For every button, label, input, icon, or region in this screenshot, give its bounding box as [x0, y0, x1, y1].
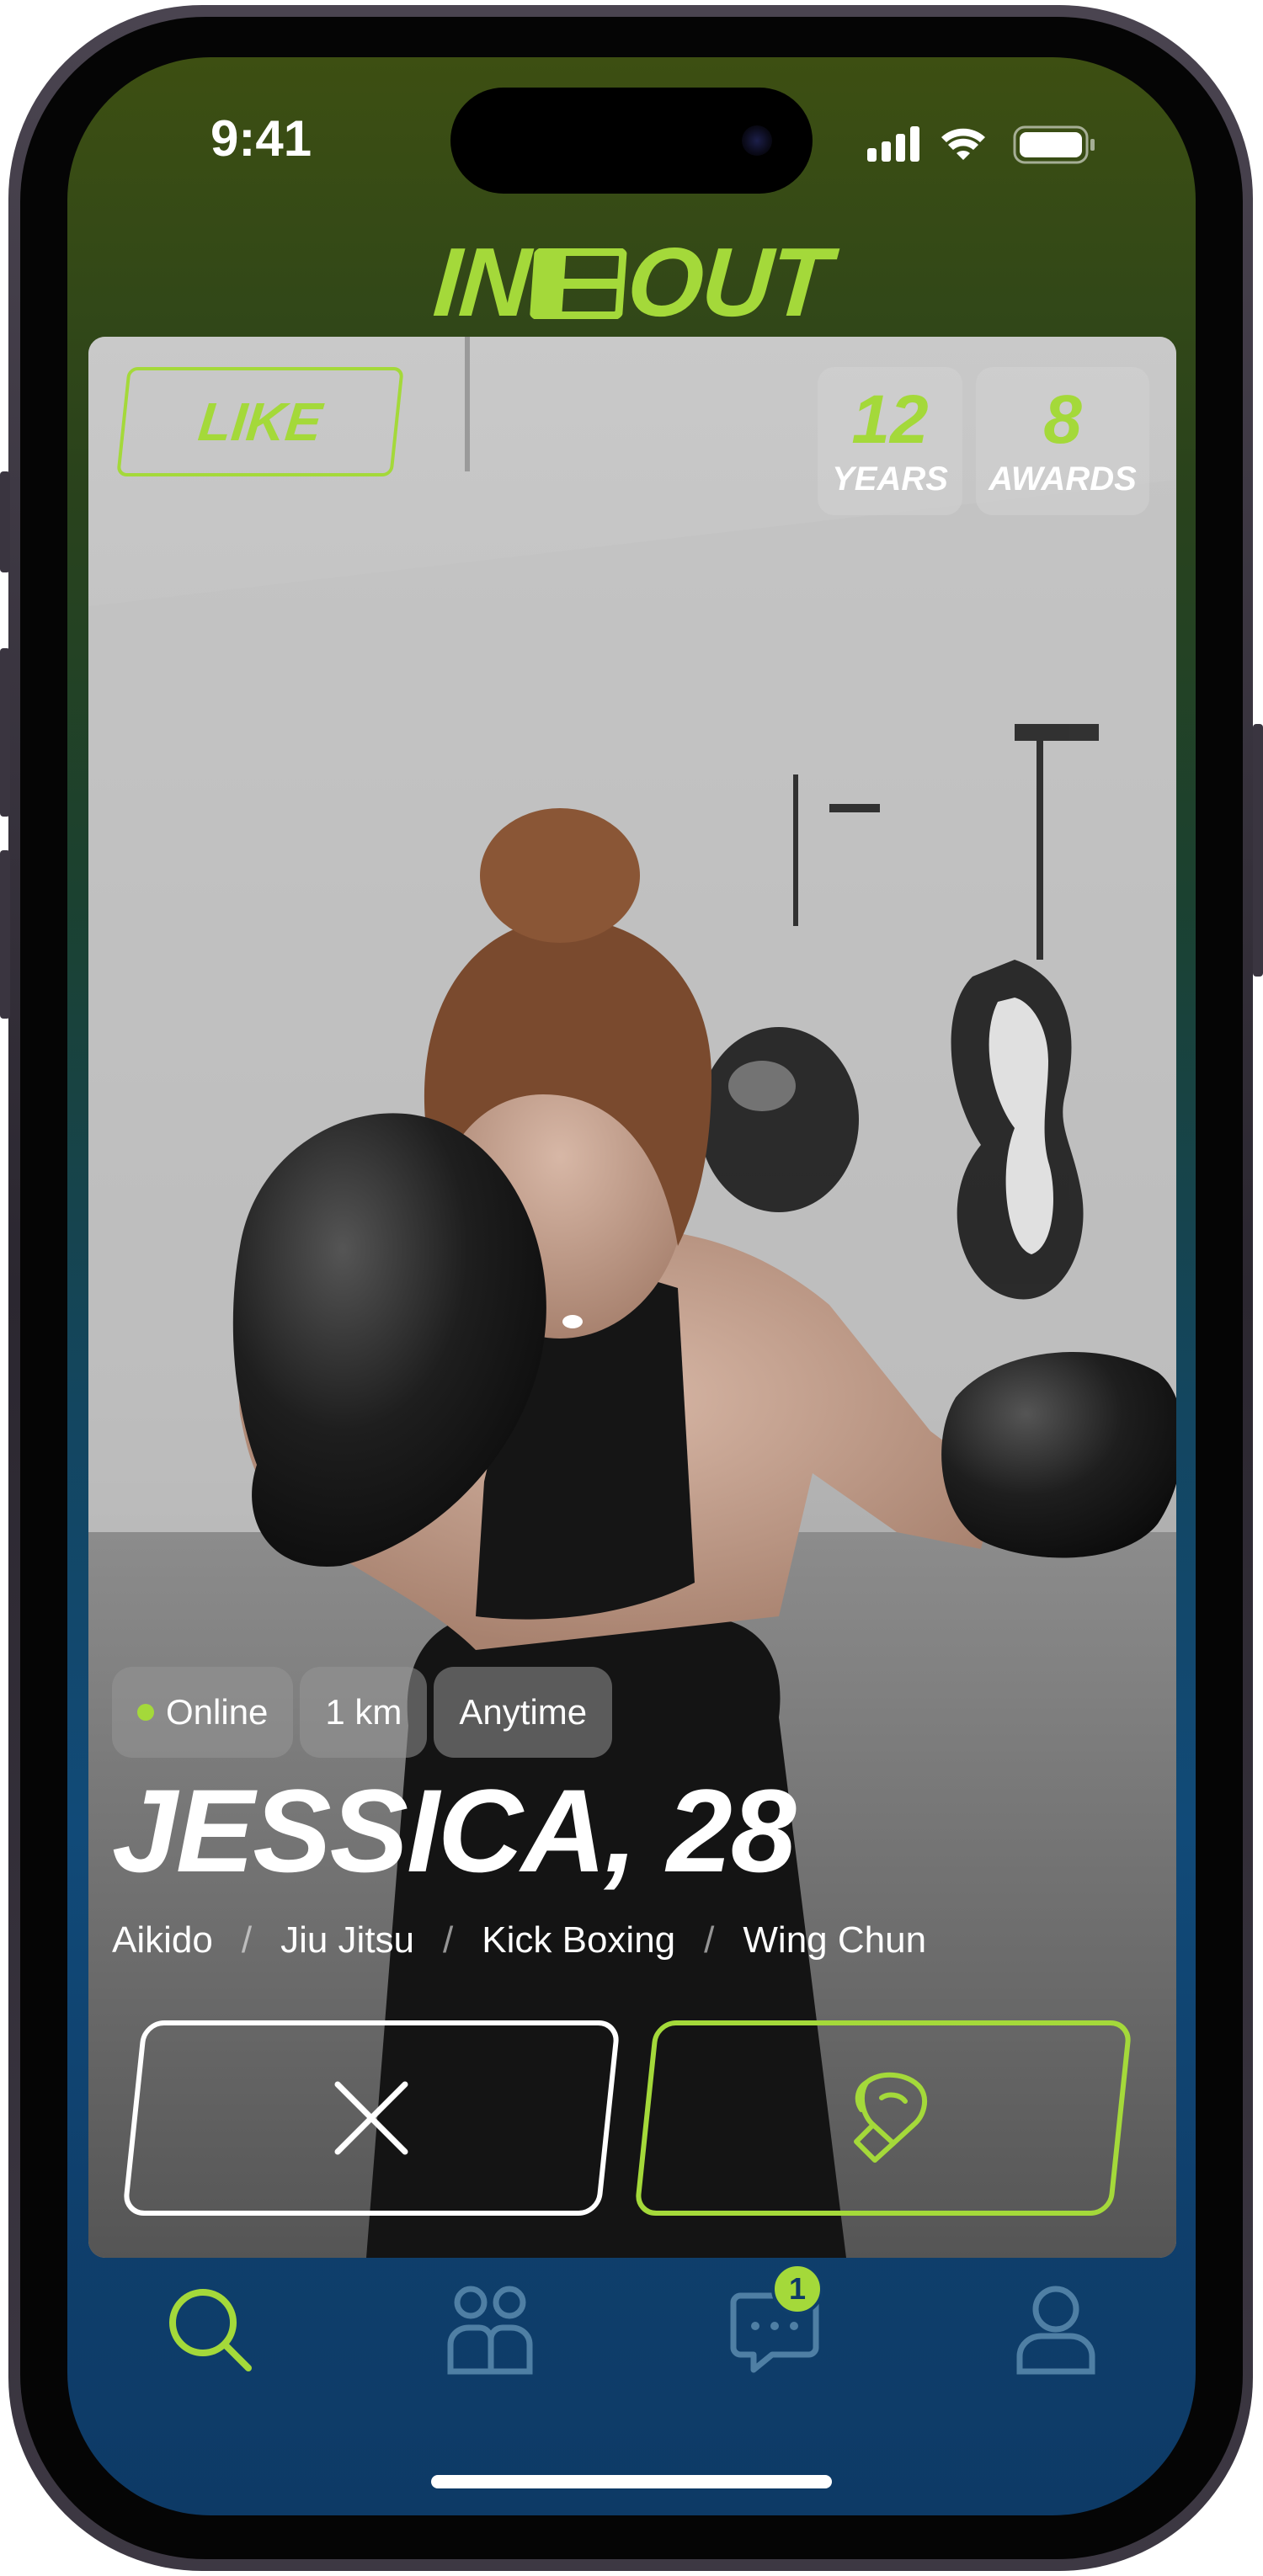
- user-icon: [1016, 2286, 1095, 2375]
- boxing-glove-icon: [854, 2072, 928, 2163]
- chip-online: Online: [112, 1667, 294, 1758]
- stat-years-value: 12: [851, 381, 929, 458]
- stat-awards-value: 8: [1043, 381, 1082, 458]
- chip-distance-label: 1 km: [325, 1692, 402, 1732]
- app-screen: 9:41 IN OUT LIKE 12 YEARS 8 AWARDS Onlin…: [67, 57, 1196, 2515]
- discipline-item: Aikido: [112, 1919, 213, 1961]
- battery-icon: [1013, 125, 1095, 164]
- stat-awards-label: AWARDS: [989, 460, 1137, 498]
- like-button[interactable]: [633, 2020, 1133, 2216]
- profile-photo: [88, 337, 1176, 2258]
- profile-card[interactable]: LIKE 12 YEARS 8 AWARDS Online 1 km Anyti…: [88, 337, 1176, 2258]
- chip-distance: 1 km: [300, 1667, 428, 1758]
- discipline-item: Jiu Jitsu: [280, 1919, 415, 1961]
- app-logo: IN OUT: [67, 226, 1196, 338]
- power-button: [1253, 724, 1263, 977]
- front-camera: [742, 125, 772, 156]
- home-indicator[interactable]: [431, 2475, 832, 2488]
- stat-awards: 8 AWARDS: [976, 367, 1149, 515]
- tab-search[interactable]: [152, 2271, 269, 2389]
- logo-text-out: OUT: [624, 227, 833, 337]
- discipline-separator: /: [241, 1919, 253, 1961]
- chip-availability: Anytime: [434, 1667, 613, 1758]
- pass-button[interactable]: [121, 2020, 621, 2216]
- tab-community[interactable]: [431, 2271, 549, 2389]
- status-time: 9:41: [210, 110, 312, 167]
- stat-years: 12 YEARS: [818, 367, 962, 515]
- volume-down-button: [0, 850, 10, 1019]
- logo-ring-icon: [529, 248, 627, 319]
- signal-icon: [867, 126, 919, 162]
- wifi-icon: [941, 128, 985, 160]
- discipline-separator: /: [704, 1919, 715, 1961]
- logo-text-in: IN: [430, 227, 533, 337]
- online-status-dot: [137, 1704, 154, 1721]
- unread-badge: 1: [771, 2263, 823, 2315]
- discipline-list: Aikido / Jiu Jitsu / Kick Boxing / Wing …: [112, 1919, 926, 1961]
- people-icon: [447, 2286, 533, 2375]
- volume-up-button: [0, 648, 10, 817]
- discipline-item: Wing Chun: [743, 1919, 927, 1961]
- close-icon: [334, 2081, 408, 2155]
- discipline-separator: /: [443, 1919, 454, 1961]
- tab-bar: 1: [67, 2263, 1196, 2414]
- discipline-item: Kick Boxing: [482, 1919, 676, 1961]
- stat-years-label: YEARS: [832, 460, 948, 498]
- dynamic-island: [450, 88, 813, 194]
- search-icon: [169, 2289, 252, 2371]
- status-icons: [867, 125, 1095, 164]
- profile-chips: Online 1 km Anytime: [112, 1667, 613, 1758]
- chip-online-label: Online: [166, 1692, 269, 1732]
- tab-messages[interactable]: 1: [716, 2263, 834, 2389]
- like-stamp: LIKE: [116, 367, 404, 476]
- tab-profile[interactable]: [997, 2271, 1115, 2389]
- profile-name: JESSICA, 28: [112, 1764, 797, 1897]
- chip-availability-label: Anytime: [459, 1692, 588, 1732]
- action-button: [0, 471, 10, 572]
